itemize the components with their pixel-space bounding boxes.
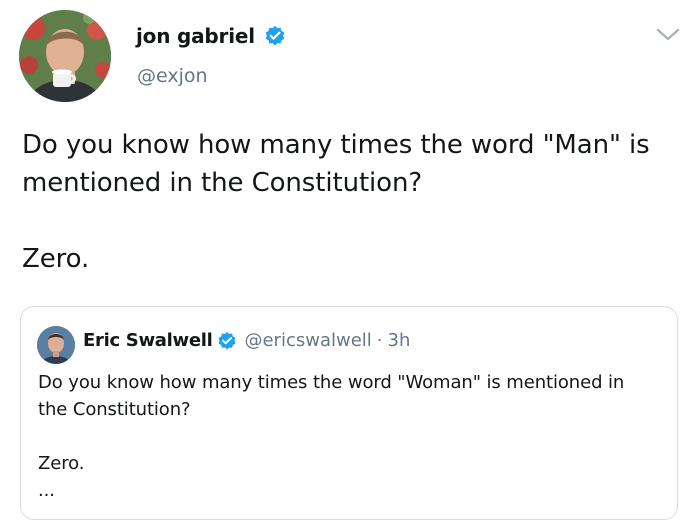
author-handle[interactable]: @exjon bbox=[137, 65, 208, 87]
verified-badge-icon bbox=[217, 331, 237, 351]
author-display-name[interactable]: jon gabriel bbox=[136, 24, 255, 48]
quoted-tweet[interactable]: Eric Swalwell @ericswalwell · 3h Do you … bbox=[20, 306, 678, 520]
author-avatar[interactable] bbox=[19, 10, 111, 102]
quoted-tweet-text: Do you know how many times the word "Wom… bbox=[38, 372, 625, 501]
tweet-card: jon gabriel @exjon Do you know how many … bbox=[0, 0, 700, 532]
separator-dot: · bbox=[376, 330, 383, 351]
quoted-header: Eric Swalwell @ericswalwell · 3h bbox=[83, 330, 410, 351]
quoted-timestamp[interactable]: 3h bbox=[388, 330, 411, 351]
chevron-down-icon[interactable] bbox=[655, 26, 681, 44]
quoted-author-handle[interactable]: @ericswalwell bbox=[244, 330, 371, 351]
verified-badge-icon bbox=[264, 25, 286, 47]
quoted-author-avatar[interactable] bbox=[37, 326, 75, 364]
quoted-author-display-name[interactable]: Eric Swalwell bbox=[83, 330, 213, 351]
tweet-text: Do you know how many times the word "Man… bbox=[22, 130, 650, 274]
author-name-row: jon gabriel bbox=[136, 24, 286, 48]
